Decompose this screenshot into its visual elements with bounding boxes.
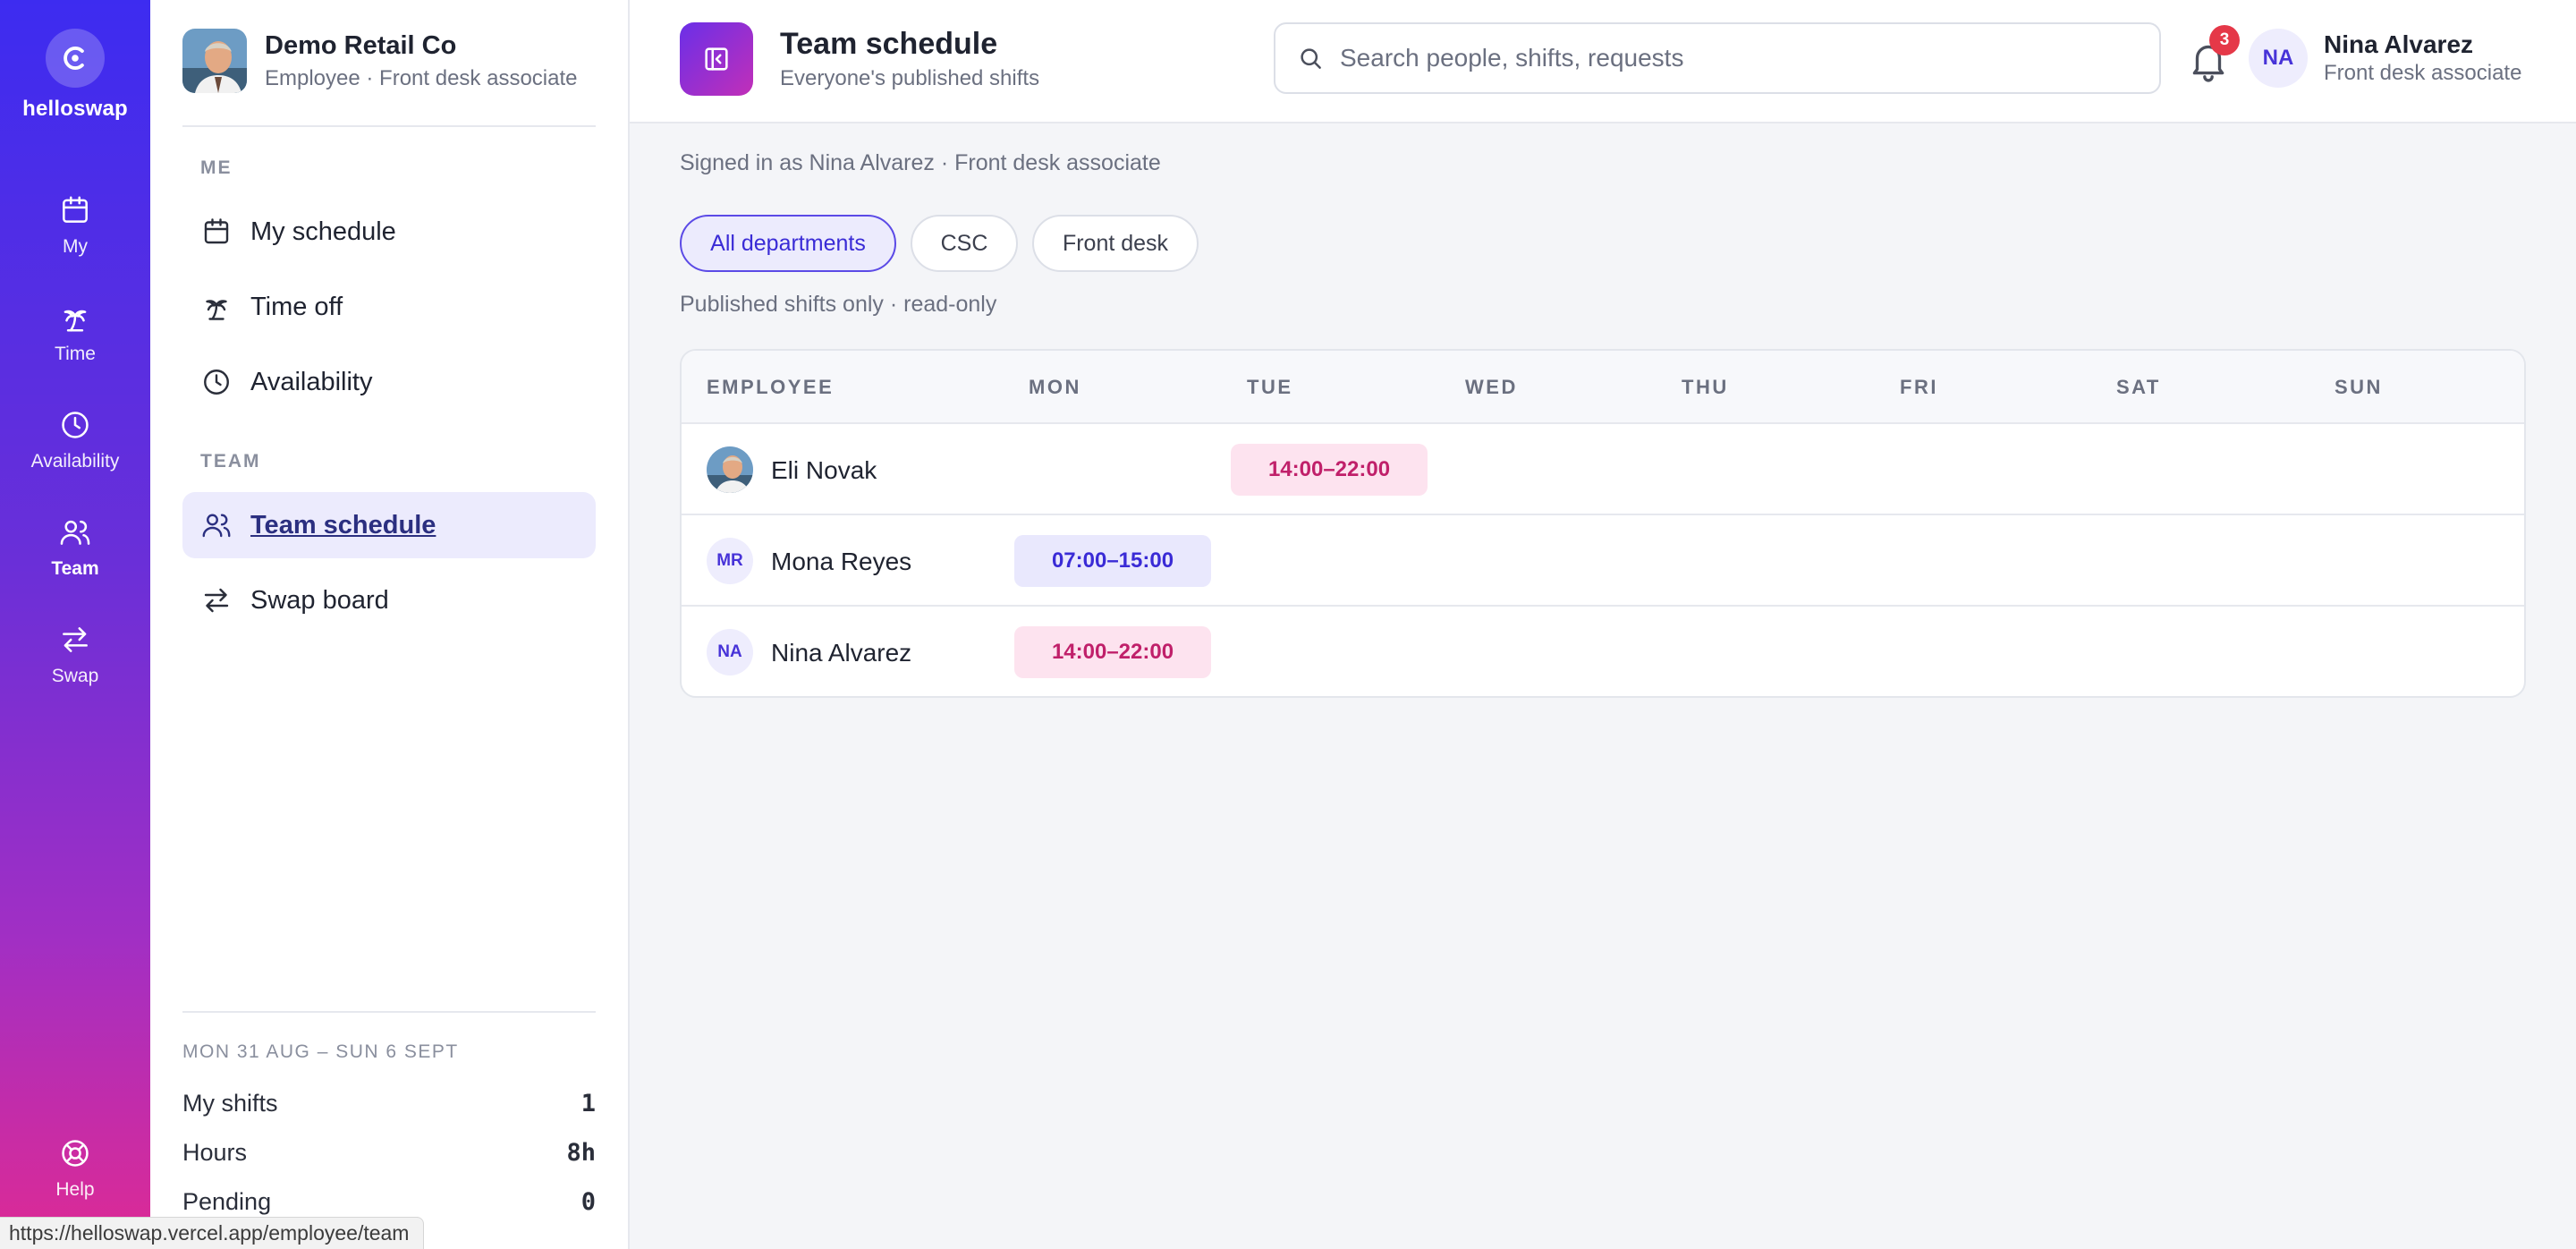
stat-my-shifts: My shifts 1 <box>182 1090 596 1117</box>
rail-label: Time <box>55 344 96 364</box>
shift-block[interactable]: 14:00–22:00 <box>1231 444 1428 496</box>
lifebuoy-icon <box>62 1140 89 1167</box>
palm-tree-icon <box>206 300 227 320</box>
search-input[interactable] <box>1340 44 2127 72</box>
employee-name: Mona Reyes <box>771 548 912 575</box>
table-header: EMPLOYEE MON TUE WED THU FRI SAT SUN <box>682 351 2524 424</box>
sidebar-item-swap-board[interactable]: Swap board <box>182 567 596 633</box>
sidebar-toggle-icon <box>705 47 728 71</box>
divider <box>182 1011 596 1013</box>
column-header-sat: SAT <box>2116 376 2161 398</box>
rail-item-swap[interactable]: Swap <box>0 612 150 701</box>
org-switcher[interactable]: Demo Retail Co Employee · Front desk ass… <box>182 29 578 93</box>
column-header-wed: WED <box>1465 376 1518 398</box>
rail-item-help[interactable]: Help <box>0 1126 150 1215</box>
rail-item-team[interactable]: Team <box>0 505 150 594</box>
shift-block[interactable]: 07:00–15:00 <box>1014 535 1211 587</box>
employee-avatar: MR <box>707 538 753 584</box>
sidebar-item-label: Time off <box>250 292 343 321</box>
helloswap-logo-icon[interactable] <box>46 29 105 88</box>
sidebar-item-label: Availability <box>250 367 373 396</box>
table-row: NA Nina Alvarez 14:00–22:00 <box>682 607 2524 696</box>
stat-label: My shifts <box>182 1090 278 1117</box>
stat-value: 0 <box>580 1188 596 1216</box>
employee-avatar <box>707 446 753 493</box>
sidebar-item-time-off[interactable]: Time off <box>182 274 596 340</box>
signed-in-info: Signed in as Nina Alvarez · Front desk a… <box>680 150 1161 175</box>
rail-label: My <box>63 236 88 257</box>
stat-value: 8h <box>566 1139 596 1167</box>
swap-arrows-icon <box>204 588 229 613</box>
rail-label: Team <box>51 558 99 579</box>
collapse-sidebar-button[interactable] <box>680 22 753 96</box>
stat-pending: Pending 0 <box>182 1188 596 1216</box>
table-row: Eli Novak 14:00–22:00 <box>682 424 2524 515</box>
week-range-label: MON 31 AUG – SUN 6 SEPT <box>182 1041 459 1062</box>
section-label-team: TEAM <box>200 451 261 472</box>
sidebar-item-my-schedule[interactable]: My schedule <box>182 199 596 265</box>
clock-icon <box>204 370 229 395</box>
sidebar-item-label: Swap board <box>250 585 389 615</box>
filter-chip-all-departments[interactable]: All departments <box>680 215 896 272</box>
column-header-employee: EMPLOYEE <box>707 376 835 398</box>
divider <box>182 125 596 127</box>
rail-label: Help <box>55 1179 95 1200</box>
employee-name: Nina Alvarez <box>771 639 912 667</box>
users-icon <box>202 514 231 538</box>
sidebar-item-team-schedule[interactable]: Team schedule <box>182 492 596 558</box>
rail-label: Availability <box>30 451 120 472</box>
status-bar-url: https://helloswap.vercel.app/employee/te… <box>0 1217 425 1249</box>
sidebar-item-availability[interactable]: Availability <box>182 349 596 415</box>
rail-label: Swap <box>51 666 99 686</box>
column-header-thu: THU <box>1682 376 1729 398</box>
app-rail: helloswap My Time Availability Team Swap… <box>0 0 150 1249</box>
filter-chip-front-desk[interactable]: Front desk <box>1032 215 1199 272</box>
notification-count-badge: 3 <box>2209 25 2240 55</box>
stat-label: Hours <box>182 1139 248 1166</box>
brand-name: helloswap <box>22 97 128 121</box>
rail-item-time[interactable]: Time <box>0 290 150 379</box>
column-header-sun: SUN <box>2334 376 2383 398</box>
column-header-tue: TUE <box>1247 376 1293 398</box>
user-role: Front desk associate <box>2324 61 2522 85</box>
org-avatar <box>182 29 247 93</box>
rail-item-availability[interactable]: Availability <box>0 397 150 487</box>
sidebar-item-label: Team schedule <box>250 510 436 540</box>
user-avatar[interactable]: NA <box>2249 29 2308 88</box>
calendar-icon <box>204 218 229 244</box>
palm-tree-icon <box>64 310 87 332</box>
top-header: Team schedule Everyone's published shift… <box>630 0 2576 123</box>
clock-icon <box>62 412 89 438</box>
column-header-mon: MON <box>1029 376 1081 398</box>
swap-arrows-icon <box>63 627 88 652</box>
stat-label: Pending <box>182 1188 272 1215</box>
sidebar-item-label: My schedule <box>250 217 396 246</box>
org-role: Employee · Front desk associate <box>265 65 578 90</box>
column-header-fri: FRI <box>1900 376 1938 398</box>
sidebar: Demo Retail Co Employee · Front desk ass… <box>150 0 630 1249</box>
search-icon <box>1301 48 1321 69</box>
stat-value: 1 <box>580 1090 596 1117</box>
shift-block[interactable]: 14:00–22:00 <box>1014 626 1211 678</box>
schedule-table: EMPLOYEE MON TUE WED THU FRI SAT SUN Eli… <box>680 349 2526 698</box>
stat-hours: Hours 8h <box>182 1139 596 1167</box>
rail-item-my[interactable]: My <box>0 183 150 272</box>
user-name[interactable]: Nina Alvarez <box>2324 30 2473 59</box>
calendar-icon <box>63 196 88 223</box>
table-row: MR Mona Reyes 07:00–15:00 <box>682 515 2524 607</box>
filter-chip-csc[interactable]: CSC <box>911 215 1018 272</box>
search-box[interactable] <box>1274 22 2161 94</box>
org-name: Demo Retail Co <box>265 30 457 60</box>
employee-name: Eli Novak <box>771 456 877 484</box>
page-subtitle: Everyone's published shifts <box>780 66 1040 90</box>
page-title: Team schedule <box>780 27 998 61</box>
users-icon <box>60 520 90 545</box>
read-only-note: Published shifts only · read-only <box>680 292 997 317</box>
section-label-me: ME <box>200 157 233 178</box>
employee-avatar: NA <box>707 629 753 675</box>
